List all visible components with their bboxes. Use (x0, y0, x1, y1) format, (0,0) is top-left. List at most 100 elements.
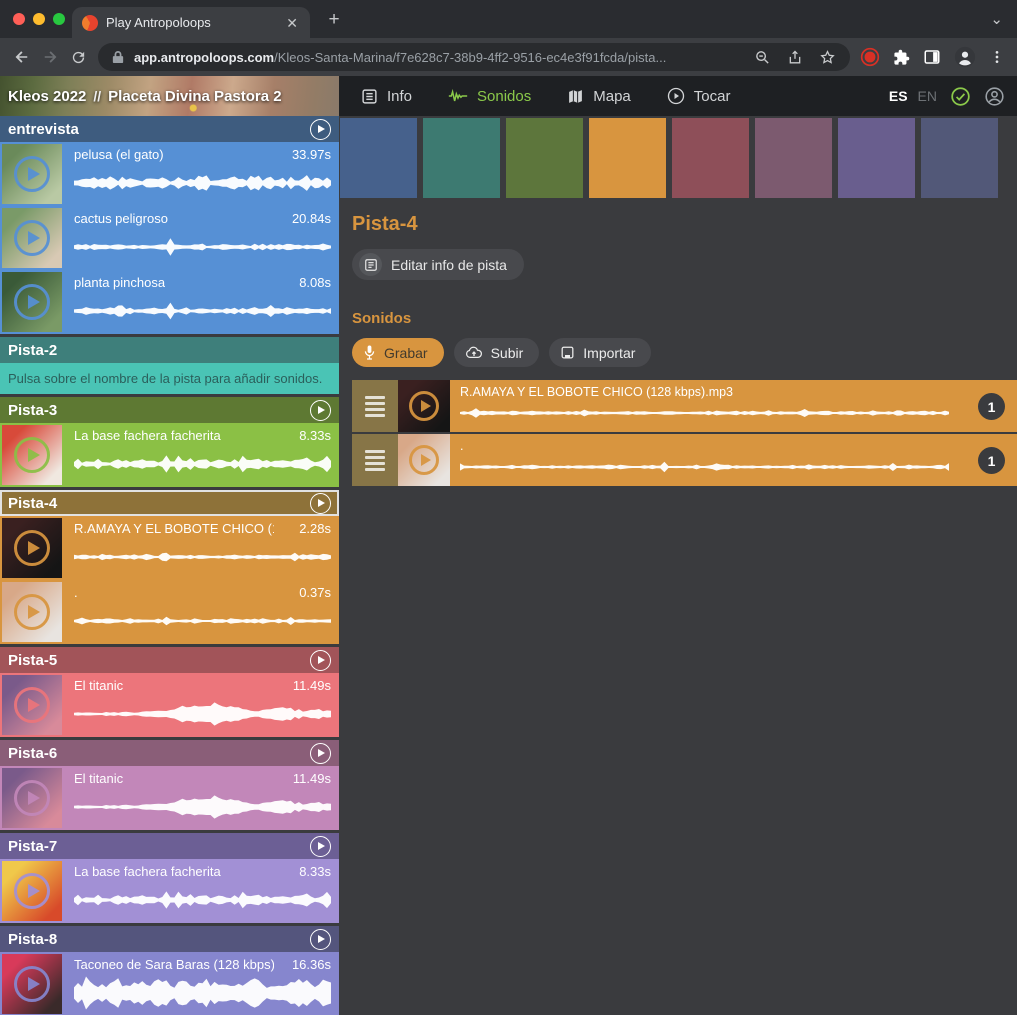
sound-clip-row[interactable]: La base fachera facherita8.33s (0, 859, 339, 923)
account-icon[interactable] (984, 86, 1005, 107)
play-clip-icon[interactable] (14, 594, 50, 630)
play-clip-icon[interactable] (14, 220, 50, 256)
sound-clip-row[interactable]: Taconeo de Sara Baras (128 kbps).mp316.3… (0, 952, 339, 1015)
sound-row[interactable]: .1 (352, 434, 1017, 486)
clip-thumbnail[interactable] (2, 861, 62, 921)
play-track-icon[interactable] (310, 929, 331, 950)
sound-thumbnail[interactable] (398, 380, 450, 432)
play-clip-icon[interactable] (14, 873, 50, 909)
bookmark-star-icon[interactable] (819, 49, 836, 66)
play-clip-icon[interactable] (14, 437, 50, 473)
breadcrumb-title[interactable]: Placeta Divina Pastora 2 (108, 88, 281, 105)
track-header-pista-2[interactable]: Pista-2 (0, 337, 339, 363)
track-color-swatch[interactable] (755, 118, 832, 198)
close-window-button[interactable] (13, 13, 25, 25)
share-icon[interactable] (787, 49, 803, 66)
back-button[interactable] (8, 43, 36, 71)
tab-close-icon[interactable]: ✕ (284, 14, 300, 32)
sound-thumbnail[interactable] (398, 434, 450, 486)
track-color-swatch[interactable] (506, 118, 583, 198)
browser-menu-icon[interactable] (989, 49, 1005, 65)
sync-check-icon[interactable] (950, 86, 971, 107)
track-color-swatch-selected[interactable] (589, 118, 666, 198)
track-header-pista-3[interactable]: Pista-3 (0, 397, 339, 423)
extensions-puzzle-icon[interactable] (893, 49, 910, 66)
track-header-pista-5[interactable]: Pista-5 (0, 647, 339, 673)
play-track-icon[interactable] (310, 493, 331, 514)
play-clip-icon[interactable] (14, 284, 50, 320)
track-name: Pista-3 (8, 402, 57, 419)
clip-thumbnail[interactable] (2, 582, 62, 642)
tab-search-chevron-icon[interactable]: ⌄ (990, 12, 1003, 27)
sound-clip-row[interactable]: cactus peligroso20.84s (0, 206, 339, 270)
language-option-es[interactable]: ES (889, 88, 908, 104)
play-clip-icon[interactable] (14, 780, 50, 816)
zoom-out-icon[interactable] (754, 49, 771, 66)
play-circle-icon (667, 87, 685, 105)
play-track-icon[interactable] (310, 743, 331, 764)
waveform (460, 400, 949, 426)
play-track-icon[interactable] (310, 400, 331, 421)
forward-button[interactable] (36, 43, 64, 71)
sound-clip-row[interactable]: La base fachera facherita8.33s (0, 423, 339, 487)
sound-clip-row[interactable]: pelusa (el gato)33.97s (0, 142, 339, 206)
record-extension-icon[interactable] (860, 47, 880, 67)
track-header-entrevista[interactable]: entrevista (0, 116, 339, 142)
play-track-icon[interactable] (310, 119, 331, 140)
play-sound-icon[interactable] (409, 445, 439, 475)
track-color-swatch[interactable] (921, 118, 998, 198)
clip-thumbnail[interactable] (2, 768, 62, 828)
track-header-pista-6[interactable]: Pista-6 (0, 740, 339, 766)
play-clip-icon[interactable] (14, 687, 50, 723)
profile-avatar-icon[interactable] (954, 46, 976, 68)
tab-info[interactable]: Info (361, 88, 412, 105)
track-color-swatch[interactable] (423, 118, 500, 198)
sound-row[interactable]: R.AMAYA Y EL BOBOTE CHICO (128 kbps).mp3… (352, 380, 1017, 432)
url-bar[interactable]: app.antropoloops.com/Kleos-Santa-Marina/… (98, 43, 850, 71)
track-header-pista-4[interactable]: Pista-4 (0, 490, 339, 516)
play-clip-icon[interactable] (14, 156, 50, 192)
play-clip-icon[interactable] (14, 966, 50, 1002)
breadcrumb-project[interactable]: Kleos 2022 (8, 88, 86, 105)
reload-button[interactable] (64, 43, 92, 71)
track-color-swatch[interactable] (340, 118, 417, 198)
play-track-icon[interactable] (310, 650, 331, 671)
track-color-swatch[interactable] (672, 118, 749, 198)
clip-duration: 20.84s (292, 211, 331, 226)
zoom-window-button[interactable] (53, 13, 65, 25)
track-header-pista-7[interactable]: Pista-7 (0, 833, 339, 859)
drag-handle-icon[interactable] (352, 380, 398, 432)
drag-handle-icon[interactable] (352, 434, 398, 486)
track-header-pista-8[interactable]: Pista-8 (0, 926, 339, 952)
sound-clip-row[interactable]: .0.37s (0, 580, 339, 644)
sound-clip-row[interactable]: El titanic11.49s (0, 766, 339, 830)
clip-thumbnail[interactable] (2, 425, 62, 485)
edit-track-info-button[interactable]: Editar info de pista (352, 249, 524, 280)
side-panel-icon[interactable] (923, 48, 941, 66)
track-empty-message: Pulsa sobre el nombre de la pista para a… (0, 363, 339, 394)
clip-thumbnail[interactable] (2, 208, 62, 268)
sound-clip-row[interactable]: El titanic11.49s (0, 673, 339, 737)
clip-thumbnail[interactable] (2, 675, 62, 735)
tab-tocar[interactable]: Tocar (667, 87, 731, 105)
clip-thumbnail[interactable] (2, 144, 62, 204)
play-clip-icon[interactable] (14, 530, 50, 566)
tab-mapa[interactable]: Mapa (567, 88, 631, 105)
clip-thumbnail[interactable] (2, 272, 62, 332)
clip-thumbnail[interactable] (2, 954, 62, 1014)
new-tab-button[interactable]: + (322, 8, 346, 32)
play-track-icon[interactable] (310, 836, 331, 857)
browser-tab[interactable]: Play Antropoloops ✕ (72, 7, 310, 38)
play-sound-icon[interactable] (409, 391, 439, 421)
importar-button[interactable]: Importar (549, 338, 651, 367)
track-color-swatch[interactable] (838, 118, 915, 198)
clip-thumbnail[interactable] (2, 518, 62, 578)
sound-clip-row[interactable]: R.AMAYA Y EL BOBOTE CHICO (128 kbps)....… (0, 516, 339, 580)
minimize-window-button[interactable] (33, 13, 45, 25)
language-option-en[interactable]: EN (918, 88, 937, 104)
sound-clip-row[interactable]: planta pinchosa8.08s (0, 270, 339, 334)
grabar-button[interactable]: Grabar (352, 338, 444, 367)
subir-button[interactable]: Subir (454, 338, 540, 367)
tab-sonidos[interactable]: Sonidos (448, 88, 531, 105)
lock-icon[interactable] (112, 50, 124, 64)
